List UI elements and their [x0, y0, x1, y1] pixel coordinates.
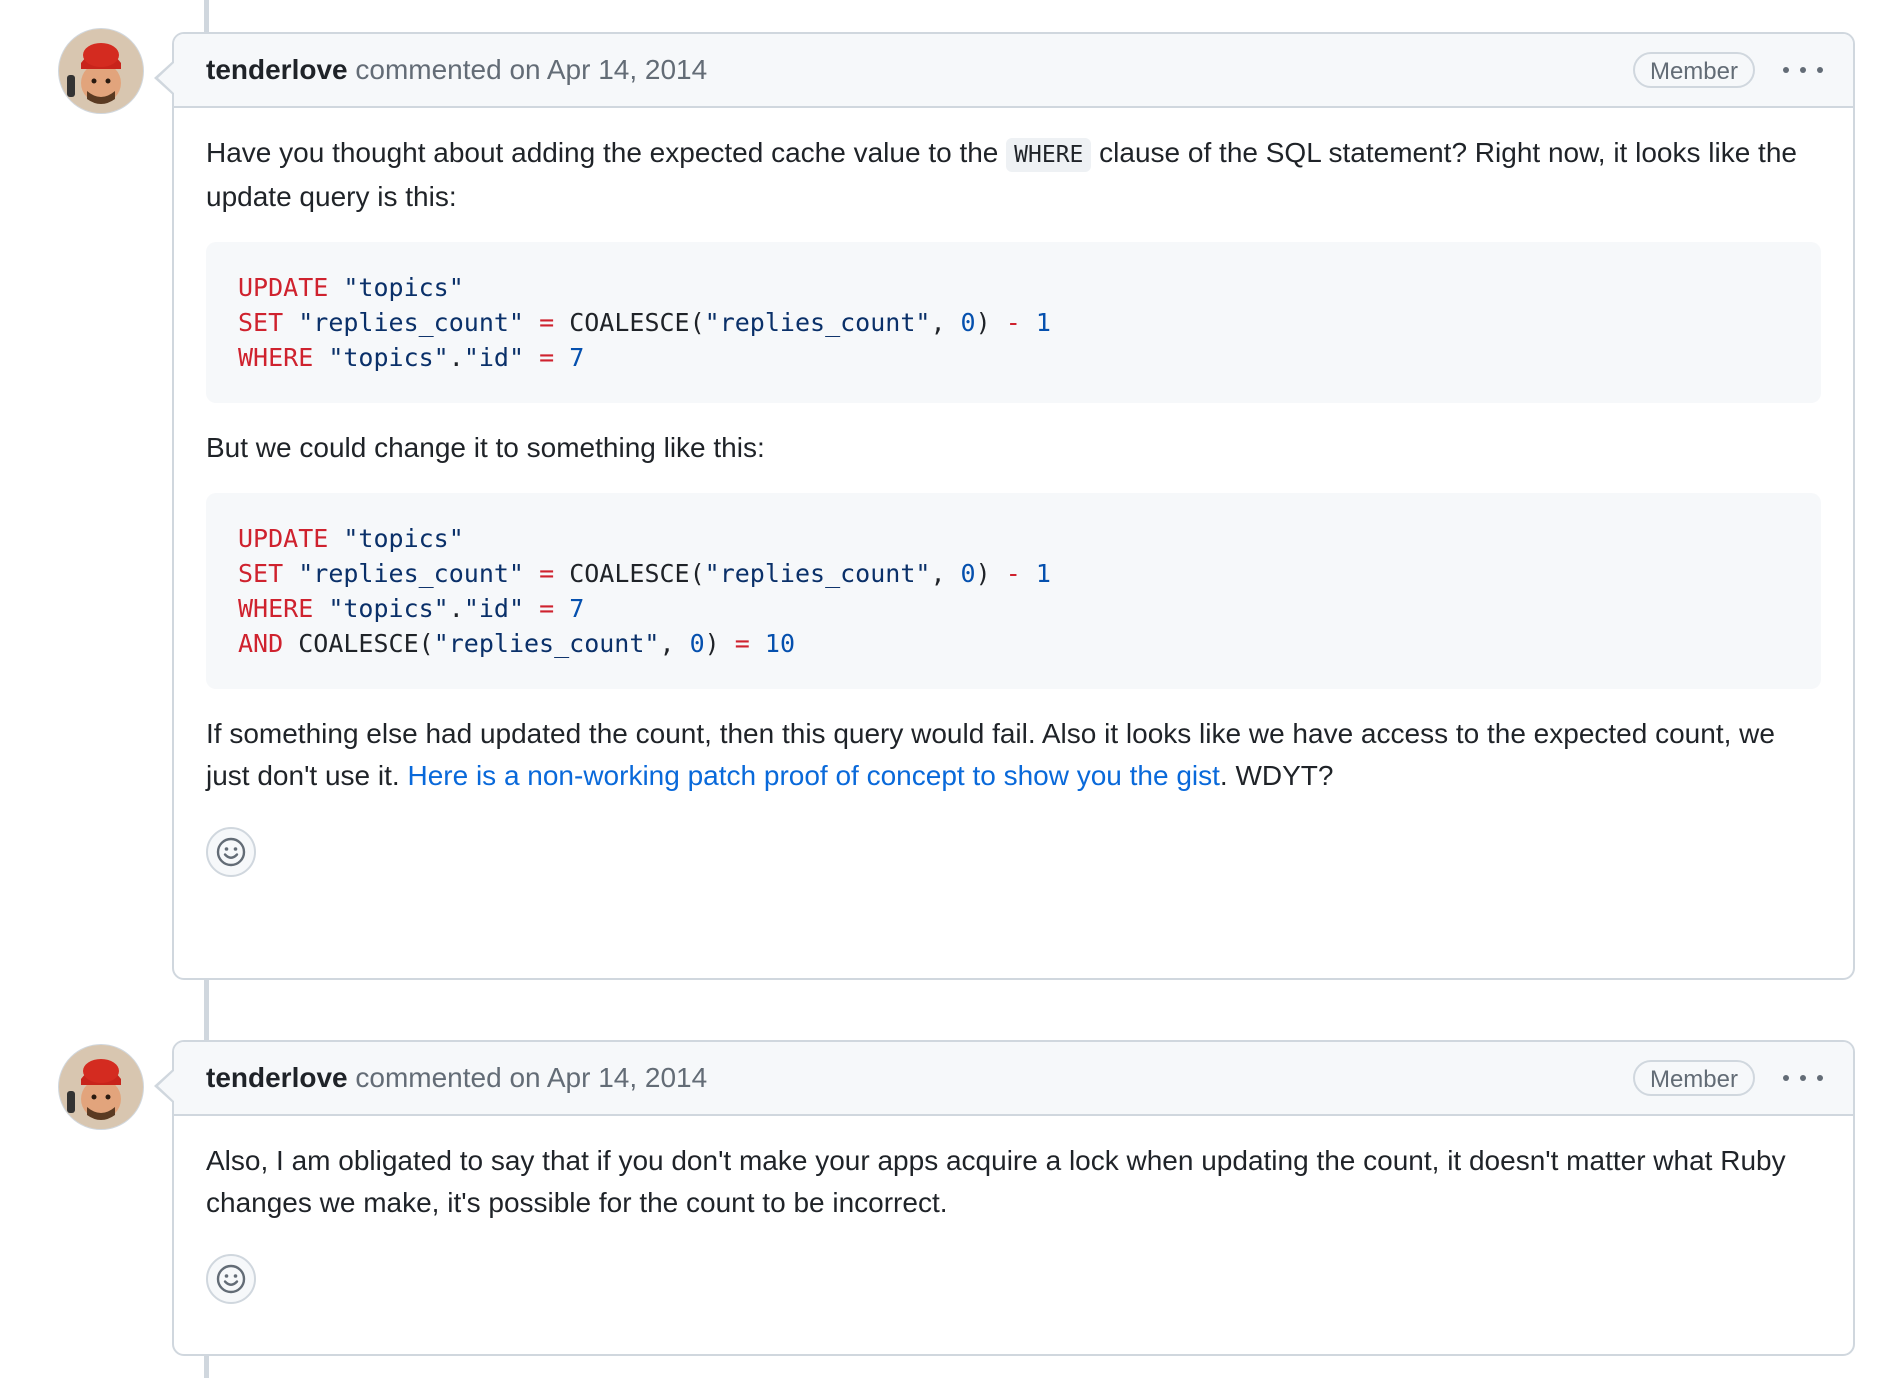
code-keyword: WHERE	[238, 343, 314, 372]
comment-header: tenderlove commented on Apr 14, 2014 Mem…	[174, 1042, 1853, 1116]
code-string: "id"	[463, 343, 525, 372]
comment-body: Have you thought about adding the expect…	[174, 108, 1853, 911]
code-punct: )	[975, 308, 991, 337]
comment-card: tenderlove commented on Apr 14, 2014 Mem…	[154, 1040, 1855, 1356]
code-operator: -	[1005, 308, 1021, 337]
avatar-image	[59, 29, 143, 113]
member-badge: Member	[1632, 1060, 1755, 1096]
avatar[interactable]	[58, 28, 144, 114]
paragraph-text: . WDYT?	[1219, 760, 1334, 791]
code-operator: =	[539, 308, 555, 337]
code-number: 0	[689, 629, 705, 658]
code-operator: =	[539, 343, 555, 372]
comment-paragraph: But we could change it to something like…	[206, 432, 765, 463]
smiley-icon	[216, 1264, 246, 1294]
comment-card: tenderlove commented on Apr 14, 2014 Mem…	[154, 32, 1855, 980]
code-string: "topics"	[343, 524, 464, 553]
code-block: UPDATE "topics" SET "replies_count" = CO…	[206, 493, 1821, 689]
code-keyword: SET	[238, 559, 284, 588]
add-reaction-button[interactable]	[206, 1254, 256, 1304]
code-string: "replies_count"	[704, 308, 931, 337]
code-operator: =	[734, 629, 750, 658]
code-keyword: UPDATE	[238, 524, 329, 553]
code-string: "topics"	[328, 594, 449, 623]
comment-action: commented on	[355, 54, 541, 85]
code-punct: ,	[930, 559, 961, 588]
member-badge: Member	[1632, 52, 1755, 88]
code-string: "id"	[463, 594, 525, 623]
smiley-icon	[216, 837, 246, 867]
code-punct: )	[975, 559, 991, 588]
code-string: "topics"	[328, 343, 449, 372]
code-block: UPDATE "topics" SET "replies_count" = CO…	[206, 242, 1821, 403]
code-punct: ,	[930, 308, 961, 337]
code-punct: ,	[659, 629, 690, 658]
code-punct: )	[704, 629, 720, 658]
code-number: 1	[1035, 308, 1051, 337]
kebab-menu-icon[interactable]	[1783, 58, 1823, 82]
kebab-menu-icon[interactable]	[1783, 1066, 1823, 1090]
code-function: COALESCE(	[569, 559, 705, 588]
avatar[interactable]	[58, 1044, 144, 1130]
code-number: 7	[569, 343, 585, 372]
patch-link[interactable]: Here is a non-working patch proof of con…	[407, 760, 1219, 791]
code-keyword: AND	[238, 629, 284, 658]
code-string: "replies_count"	[298, 559, 524, 588]
paragraph-text: Have you thought about adding the expect…	[206, 137, 1007, 168]
comment-header-text: tenderlove commented on Apr 14, 2014	[206, 1062, 707, 1094]
code-number: 0	[960, 559, 976, 588]
code-punct: .	[448, 594, 464, 623]
code-function: COALESCE(	[298, 629, 434, 658]
code-string: "topics"	[343, 273, 464, 302]
code-keyword: UPDATE	[238, 273, 329, 302]
author-link[interactable]: tenderlove	[206, 54, 348, 85]
comment-header-text: tenderlove commented on Apr 14, 2014	[206, 54, 707, 86]
code-number: 7	[569, 594, 585, 623]
code-keyword: SET	[238, 308, 284, 337]
code-string: "replies_count"	[298, 308, 524, 337]
author-link[interactable]: tenderlove	[206, 1062, 348, 1093]
code-operator: -	[1005, 559, 1021, 588]
code-punct: .	[448, 343, 464, 372]
comment-body: Also, I am obligated to say that if you …	[174, 1116, 1853, 1338]
code-number: 1	[1035, 559, 1051, 588]
comment-paragraph: Also, I am obligated to say that if you …	[206, 1145, 1786, 1218]
comment-paragraph: If something else had updated the count,…	[206, 713, 1821, 797]
code-number: 0	[960, 308, 976, 337]
comment-header: tenderlove commented on Apr 14, 2014 Mem…	[174, 34, 1853, 108]
avatar-image	[59, 1045, 143, 1129]
comment-paragraph: Have you thought about adding the expect…	[206, 132, 1821, 218]
code-string: "replies_count"	[433, 629, 660, 658]
comment-action: commented on	[355, 1062, 541, 1093]
code-operator: =	[539, 559, 555, 588]
code-string: "replies_count"	[704, 559, 931, 588]
code-operator: =	[539, 594, 555, 623]
comment-date[interactable]: Apr 14, 2014	[547, 54, 707, 85]
inline-code: WHERE	[1006, 138, 1092, 172]
code-function: COALESCE(	[569, 308, 705, 337]
code-number: 10	[764, 629, 795, 658]
add-reaction-button[interactable]	[206, 827, 256, 877]
code-keyword: WHERE	[238, 594, 314, 623]
comment-date[interactable]: Apr 14, 2014	[547, 1062, 707, 1093]
